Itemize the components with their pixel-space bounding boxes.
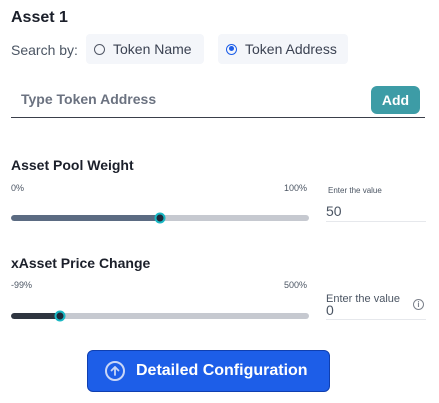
price-change-max-label: 500% (284, 280, 308, 290)
detailed-configuration-label: Detailed Configuration (136, 362, 308, 379)
asset-title: Asset 1 (11, 9, 68, 26)
radio-selected-icon (226, 43, 237, 55)
pool-weight-value: 50 (326, 203, 342, 219)
price-change-value-caption: Enter the value (326, 293, 400, 305)
pool-weight-max-label: 100% (284, 183, 308, 193)
pool-weight-slider-fill (11, 215, 160, 221)
radio-token-address-label: Token Address (245, 41, 337, 57)
input-underline (11, 117, 425, 118)
price-change-value-field[interactable]: Enter the value 0 (326, 293, 426, 320)
price-change-min-label: -99% (11, 280, 33, 290)
detailed-configuration-button[interactable]: Detailed Configuration (87, 350, 330, 392)
price-change-value: 0 (326, 302, 334, 318)
radio-token-name-label: Token Name (113, 41, 192, 57)
pool-weight-value-caption: Enter the value (328, 186, 382, 195)
price-change-slider-fill (11, 313, 61, 319)
pool-weight-slider-thumb[interactable] (154, 212, 166, 224)
radio-unselected-icon (94, 43, 105, 55)
pool-weight-min-label: 0% (11, 183, 25, 193)
add-button[interactable]: Add (371, 86, 420, 114)
radio-token-name[interactable]: Token Name (86, 34, 204, 64)
pool-weight-value-field[interactable]: Enter the value 50 (326, 186, 426, 222)
pool-weight-title: Asset Pool Weight (11, 157, 134, 173)
token-address-input[interactable] (11, 84, 373, 114)
arrow-up-circle-icon (105, 361, 125, 381)
price-change-title: xAsset Price Change (11, 255, 151, 271)
price-change-slider-thumb[interactable] (54, 310, 66, 322)
radio-token-address[interactable]: Token Address (218, 34, 348, 64)
info-icon[interactable]: i (413, 299, 424, 310)
search-by-label: Search by: (11, 42, 78, 58)
